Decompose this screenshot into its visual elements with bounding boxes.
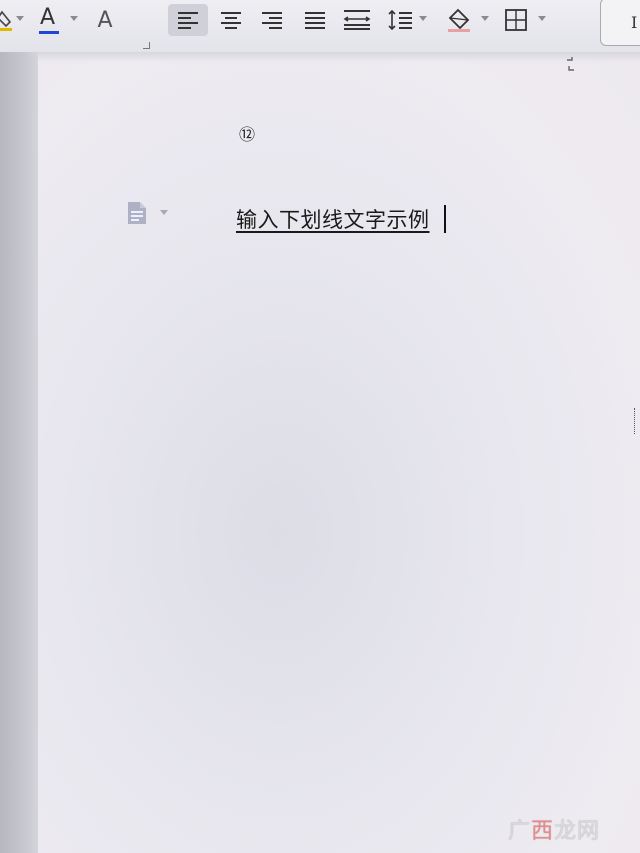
clear-format-button[interactable]: A (90, 4, 120, 36)
paragraph-handle-caret[interactable] (160, 210, 168, 215)
align-right-icon (262, 12, 282, 29)
paragraph-handle[interactable] (126, 200, 148, 230)
line-spacing-button[interactable] (384, 4, 416, 36)
align-center-icon (221, 12, 241, 29)
line-spacing-dropdown-caret[interactable] (419, 16, 427, 21)
borders-button[interactable] (500, 4, 532, 36)
document-icon (128, 202, 146, 224)
clear-format-icon: A (97, 7, 113, 33)
shading-dropdown-caret[interactable] (481, 16, 489, 21)
highlight-icon[interactable] (0, 4, 14, 36)
borders-icon (505, 9, 527, 31)
borders-dropdown-caret[interactable] (538, 16, 546, 21)
watermark-char-2: 西 (531, 819, 555, 844)
font-color-icon: A (40, 5, 56, 30)
watermark-char-3: 龙网 (554, 819, 601, 844)
page-top-shadow (38, 52, 640, 62)
shading-icon (448, 8, 470, 32)
styles-panel-label: I (631, 13, 638, 32)
shading-button[interactable] (444, 4, 476, 36)
document-page[interactable] (38, 52, 640, 853)
align-center-button[interactable] (216, 4, 246, 36)
align-left-button[interactable] (168, 4, 208, 36)
distributed-align-icon (343, 10, 371, 30)
watermark-char-1: 广 (508, 819, 532, 844)
font-color-dropdown-caret[interactable] (70, 16, 78, 21)
left-gutter (0, 52, 38, 853)
page-right-edge-mark (634, 408, 640, 434)
font-color-bar (39, 31, 59, 34)
justify-button[interactable] (300, 4, 330, 36)
list-number-marker: ⑫ (238, 125, 255, 144)
align-left-icon (178, 12, 198, 29)
text-cursor (444, 205, 446, 233)
font-color-button[interactable]: A (36, 4, 62, 36)
styles-panel-button[interactable]: I (600, 0, 640, 46)
align-right-button[interactable] (257, 4, 287, 36)
watermark: 广西龙网 (508, 813, 600, 845)
line-spacing-icon (388, 9, 412, 31)
document-text-line[interactable]: 输入下划线文字示例 (236, 204, 430, 234)
formatting-toolbar: A A I (0, 0, 640, 52)
justify-icon (305, 12, 325, 29)
font-dialog-launcher[interactable] (143, 42, 150, 49)
page-corner-mark (567, 57, 574, 71)
distributed-align-button[interactable] (340, 4, 374, 36)
highlight-dropdown-caret[interactable] (16, 16, 24, 21)
